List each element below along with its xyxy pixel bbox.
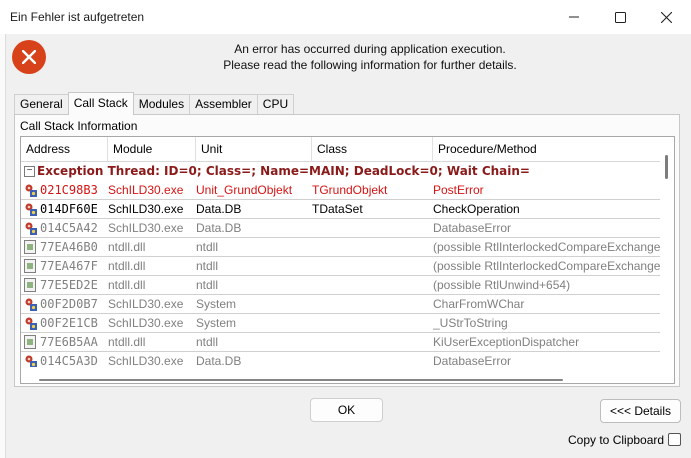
table-row[interactable]: 00F2D0B7 SchILD30.exe System CharFromWChar [21,295,661,314]
collapse-icon[interactable]: − [24,166,35,177]
table-row[interactable]: 77EA46B0 ntdll.dll ntdll (possible RtlInte… [21,238,661,257]
cell-procedure: (possible RtlUnwind+654) [433,278,571,292]
minimize-icon [569,16,579,18]
cell-procedure: DatabaseError [433,221,512,235]
table-row[interactable]: 014C5A42 SchILD30.exe Data.DB DatabaseError [21,219,661,238]
cell-class [312,276,433,295]
gear-icon [24,183,38,198]
table-row[interactable]: 014DF60E SchILD30.exe Data.DB TDataSet Check… [21,200,661,219]
vertical-scroll-thumb[interactable] [665,155,668,179]
table-row[interactable]: 021C98B3 SchILD30.exe Unit_GrundObjekt TGru… [21,181,661,200]
copy-to-clipboard-label: Copy to Clipboard [568,433,665,447]
cell-class [312,295,433,314]
cell-class [312,219,433,238]
cell-module: SchILD30.exe [108,183,184,197]
call-stack-panel: Call Stack Information Address Module Un… [14,114,680,387]
column-header-unit[interactable]: Unit [196,137,312,162]
cell-unit: System [196,297,237,311]
cell-unit: ntdll [196,259,219,273]
tab-general[interactable]: General [14,94,69,115]
window-title: Ein Fehler ist aufgetreten [10,10,145,24]
tab-assembler[interactable]: Assembler [189,94,258,115]
cell-procedure: PostError [433,183,484,197]
cell-class: TGrundObjekt [312,183,388,197]
cell-procedure: CharFromWChar [433,297,525,311]
dll-icon [24,240,38,255]
cell-unit: System [196,316,237,330]
gear-icon [24,316,38,331]
error-message-line-1: An error has occurred during application… [234,42,506,56]
cell-class [312,257,433,276]
cell-unit: ntdll [196,240,219,254]
cell-class [312,238,433,257]
cell-module: SchILD30.exe [108,297,184,311]
maximize-icon [614,11,626,23]
cell-procedure: (possible RtlInterlockedCompareExchange [433,240,661,254]
dll-icon [24,278,38,293]
maximize-button[interactable] [597,0,643,34]
tab-call-stack[interactable]: Call Stack [67,92,134,115]
column-header-procedure[interactable]: Procedure/Method [433,137,661,162]
horizontal-scroll-thumb[interactable] [39,379,563,381]
vertical-scrollbar[interactable] [660,137,674,367]
dll-icon [24,335,38,350]
cell-unit: ntdll [196,278,219,292]
column-header-class[interactable]: Class [312,137,433,162]
cell-unit: Data.DB [196,202,242,216]
cell-module: ntdll.dll [108,278,146,292]
table-row[interactable]: 77EA467F ntdll.dll ntdll (possible RtlInte… [21,257,661,276]
tab-modules[interactable]: Modules [132,94,191,115]
cell-class: TDataSet [312,202,363,216]
title-bar: Ein Fehler ist aufgetreten [0,0,691,34]
cell-class [312,333,433,352]
cell-module: ntdll.dll [108,335,146,349]
error-icon [12,40,46,74]
cell-module: ntdll.dll [108,259,146,273]
minimize-button[interactable] [551,0,597,34]
gear-icon [24,221,38,236]
ok-button[interactable]: OK [310,398,383,422]
table-row[interactable]: 00F2E1CB SchILD30.exe System _UStrToString [21,314,661,333]
close-icon [660,11,672,23]
cell-procedure: _UStrToString [433,316,508,330]
thread-group-row[interactable]: − Exception Thread: ID=0; Class=; Name=M… [21,163,661,181]
cell-unit: ntdll [196,335,219,349]
tab-bar: General Call Stack Modules Assembler CPU [14,92,295,115]
call-stack-grid[interactable]: Address Module Unit Class Procedure/Meth… [20,136,675,384]
cell-unit: Data.DB [196,221,242,235]
cell-unit: Unit_GrundObjekt [196,183,293,197]
dll-icon [24,259,38,274]
window-edge [0,34,6,458]
cell-module: SchILD30.exe [108,221,184,235]
cell-procedure: KiUserExceptionDispatcher [433,335,580,349]
cell-module: ntdll.dll [108,240,146,254]
gear-icon [24,202,38,217]
column-header-module[interactable]: Module [108,137,196,162]
thread-header: Exception Thread: ID=0; Class=; Name=MAI… [37,164,530,178]
tab-cpu[interactable]: CPU [256,94,295,115]
grid-header: Address Module Unit Class Procedure/Meth… [21,137,661,162]
copy-to-clipboard-checkbox[interactable] [668,433,681,446]
panel-label: Call Stack Information [20,119,138,133]
cell-class [312,314,433,333]
close-button[interactable] [643,0,689,34]
cell-module: SchILD30.exe [108,202,184,216]
table-row[interactable]: 77E6B5AA ntdll.dll ntdll KiUserExceptionDis… [21,333,661,352]
cell-module: SchILD30.exe [108,316,184,330]
error-message-line-2: Please read the following information fo… [223,58,517,72]
cell-procedure: (possible RtlInterlockedCompareExchange [433,259,661,273]
horizontal-scrollbar[interactable] [21,367,661,383]
gear-icon [24,297,38,312]
cell-procedure: CheckOperation [433,202,520,216]
column-header-address[interactable]: Address [21,137,108,162]
details-button[interactable]: <<< Details [600,399,681,423]
table-row[interactable]: 77E5ED2E ntdll.dll ntdll (possible RtlUnwi… [21,276,661,295]
